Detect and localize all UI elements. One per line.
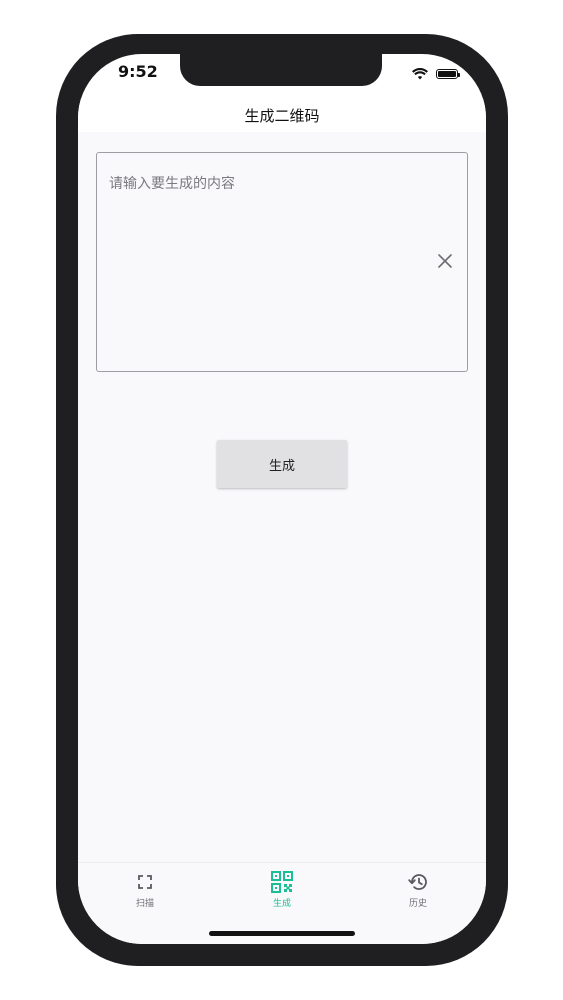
tab-generate[interactable]: 生成 [247,871,317,909]
clear-icon[interactable] [437,253,453,269]
home-indicator [209,931,355,936]
tab-history[interactable]: 历史 [383,871,453,909]
wifi-icon [412,68,428,80]
content-input-placeholder: 请输入要生成的内容 [109,176,235,192]
qr-code-icon [271,871,293,893]
phone-screen: 9:52 生成二维码 请输入要生成的内容 生成 扫描 生成 历史 [78,54,486,944]
status-icons [412,68,460,80]
battery-icon [436,69,460,79]
history-icon [408,874,427,890]
notch [180,54,382,86]
page-title: 生成二维码 [244,106,320,125]
tab-bar: 扫描 生成 历史 [78,862,486,944]
navigation-bar: 生成二维码 [78,98,486,132]
generate-button[interactable]: 生成 [217,440,347,488]
tab-label-generate: 生成 [272,899,291,909]
tab-label-scan: 扫描 [135,899,154,909]
content-input[interactable]: 请输入要生成的内容 [96,152,468,372]
tab-label-history: 历史 [408,899,427,909]
main-content: 请输入要生成的内容 生成 [78,132,486,862]
scan-icon [138,875,152,889]
tab-scan[interactable]: 扫描 [110,871,180,909]
status-time: 9:52 [118,62,158,81]
